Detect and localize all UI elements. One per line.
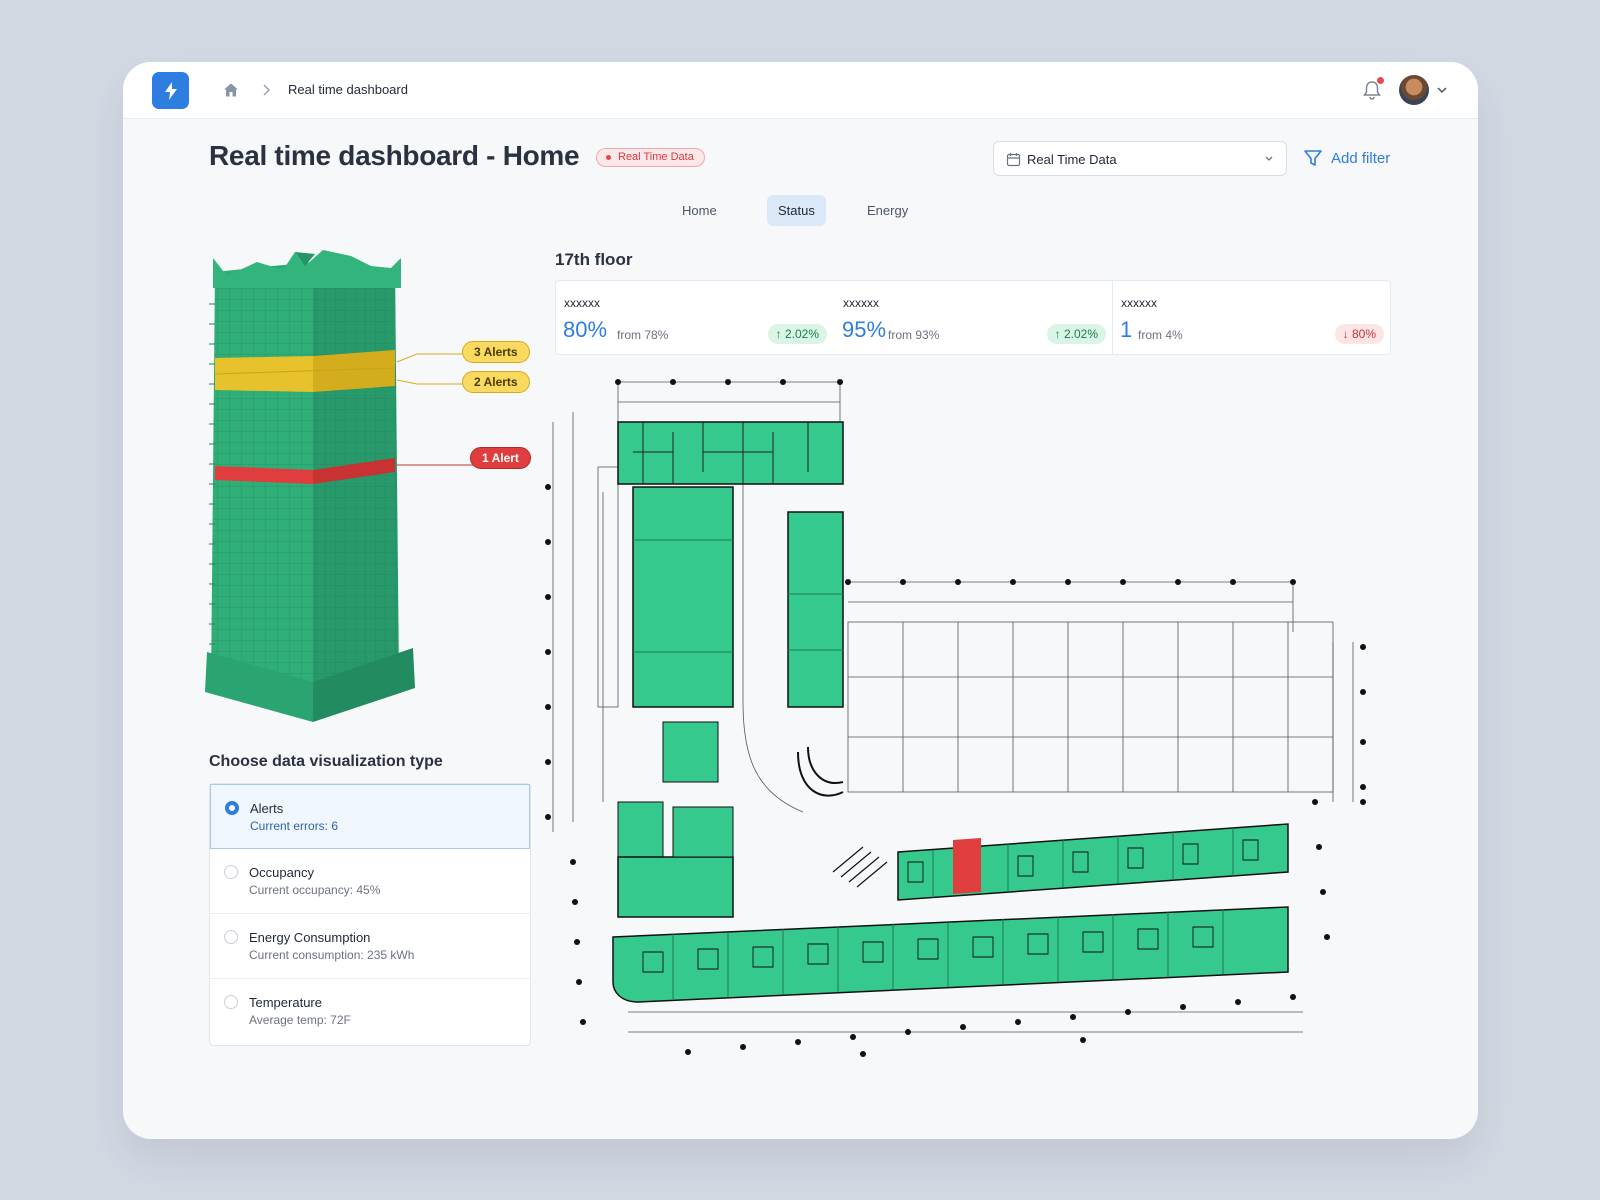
chevron-down-icon[interactable] [1436,85,1448,95]
dashboard-window: Real time dashboard Real time dashboard … [123,62,1478,1139]
calendar-icon [1006,153,1021,167]
stats-panel: xxxxxx 80% from 78% ↑ 2.02% xxxxxx 95% f… [555,280,1391,355]
viz-type-title: Choose data visualization type [209,753,443,770]
viz-option-alerts[interactable]: Alerts Current errors: 6 [210,784,530,849]
app-logo[interactable] [152,72,189,109]
stat-change: 2.02% [784,327,819,341]
building-3d-model[interactable] [205,244,525,744]
chevron-right-icon [263,84,271,96]
stat-value: 95% [842,317,887,342]
stat-change-badge: ↑ 2.02% [767,324,827,344]
tab-energy[interactable]: Energy [856,195,919,226]
stat-value: 1 [1120,317,1133,342]
avatar[interactable] [1399,75,1429,105]
stat-card: xxxxxx 95% from 93% ↑ 2.02% [835,281,1114,354]
viz-option-temperature[interactable]: Temperature Average temp: 72F [210,979,530,1044]
stat-from: from 93% [888,328,940,342]
viz-option-label: Alerts [250,801,284,816]
stat-name: xxxxxx [843,296,879,310]
floor-title: 17th floor [555,250,633,269]
viz-option-label: Occupancy [249,865,315,880]
viz-option-occupancy[interactable]: Occupancy Current occupancy: 45% [210,849,530,914]
notification-dot [1377,77,1384,84]
viz-type-list: Alerts Current errors: 6 Occupancy Curre… [209,783,531,1046]
stat-change-badge: ↑ 2.02% [1046,324,1106,344]
radio[interactable] [224,865,238,879]
add-filter-label: Add filter [1331,149,1391,167]
viz-option-label: Temperature [249,995,322,1010]
stat-name: xxxxxx [1121,296,1157,310]
floor-plan[interactable] [543,372,1368,1072]
stat-card: xxxxxx 1 from 4% ↓ 80% [1113,281,1392,354]
tab-status[interactable]: Status [767,195,826,226]
viz-option-label: Energy Consumption [249,930,371,945]
stat-card: xxxxxx 80% from 78% ↑ 2.02% [556,281,835,354]
date-range-value: Real Time Data [1027,152,1117,167]
viz-option-sub: Current errors: 6 [250,819,339,833]
radio[interactable] [224,995,238,1009]
viz-option-sub: Current occupancy: 45% [249,883,381,897]
lightning-icon [164,81,177,100]
top-bar: Real time dashboard [123,62,1478,119]
radio-selected[interactable] [225,801,239,815]
stat-change-badge: ↓ 80% [1334,324,1384,344]
alert-pill-3[interactable]: 3 Alerts [462,341,530,363]
breadcrumb-current[interactable]: Real time dashboard [288,82,408,97]
viz-option-sub: Current consumption: 235 kWh [249,948,415,962]
stat-from: from 78% [617,328,669,342]
stat-value: 80% [563,317,608,342]
stat-name: xxxxxx [564,296,600,310]
add-filter-button[interactable]: Add filter [1303,147,1390,169]
filter-icon [1304,150,1322,166]
chevron-down-icon [1265,156,1273,161]
stat-from: from 4% [1138,328,1183,342]
home-icon[interactable] [223,82,239,98]
stat-change: 2.02% [1063,327,1098,341]
status-badge: Real Time Data [596,148,705,167]
date-range-select[interactable]: Real Time Data [993,141,1287,176]
viz-option-sub: Average temp: 72F [249,1013,351,1027]
alert-pill-1[interactable]: 1 Alert [470,447,531,469]
radio[interactable] [224,930,238,944]
page-title: Real time dashboard - Home [209,140,580,171]
alert-pill-2[interactable]: 2 Alerts [462,371,530,393]
tab-home[interactable]: Home [671,195,728,226]
viz-option-energy[interactable]: Energy Consumption Current consumption: … [210,914,530,979]
stat-change: 80% [1351,327,1376,341]
